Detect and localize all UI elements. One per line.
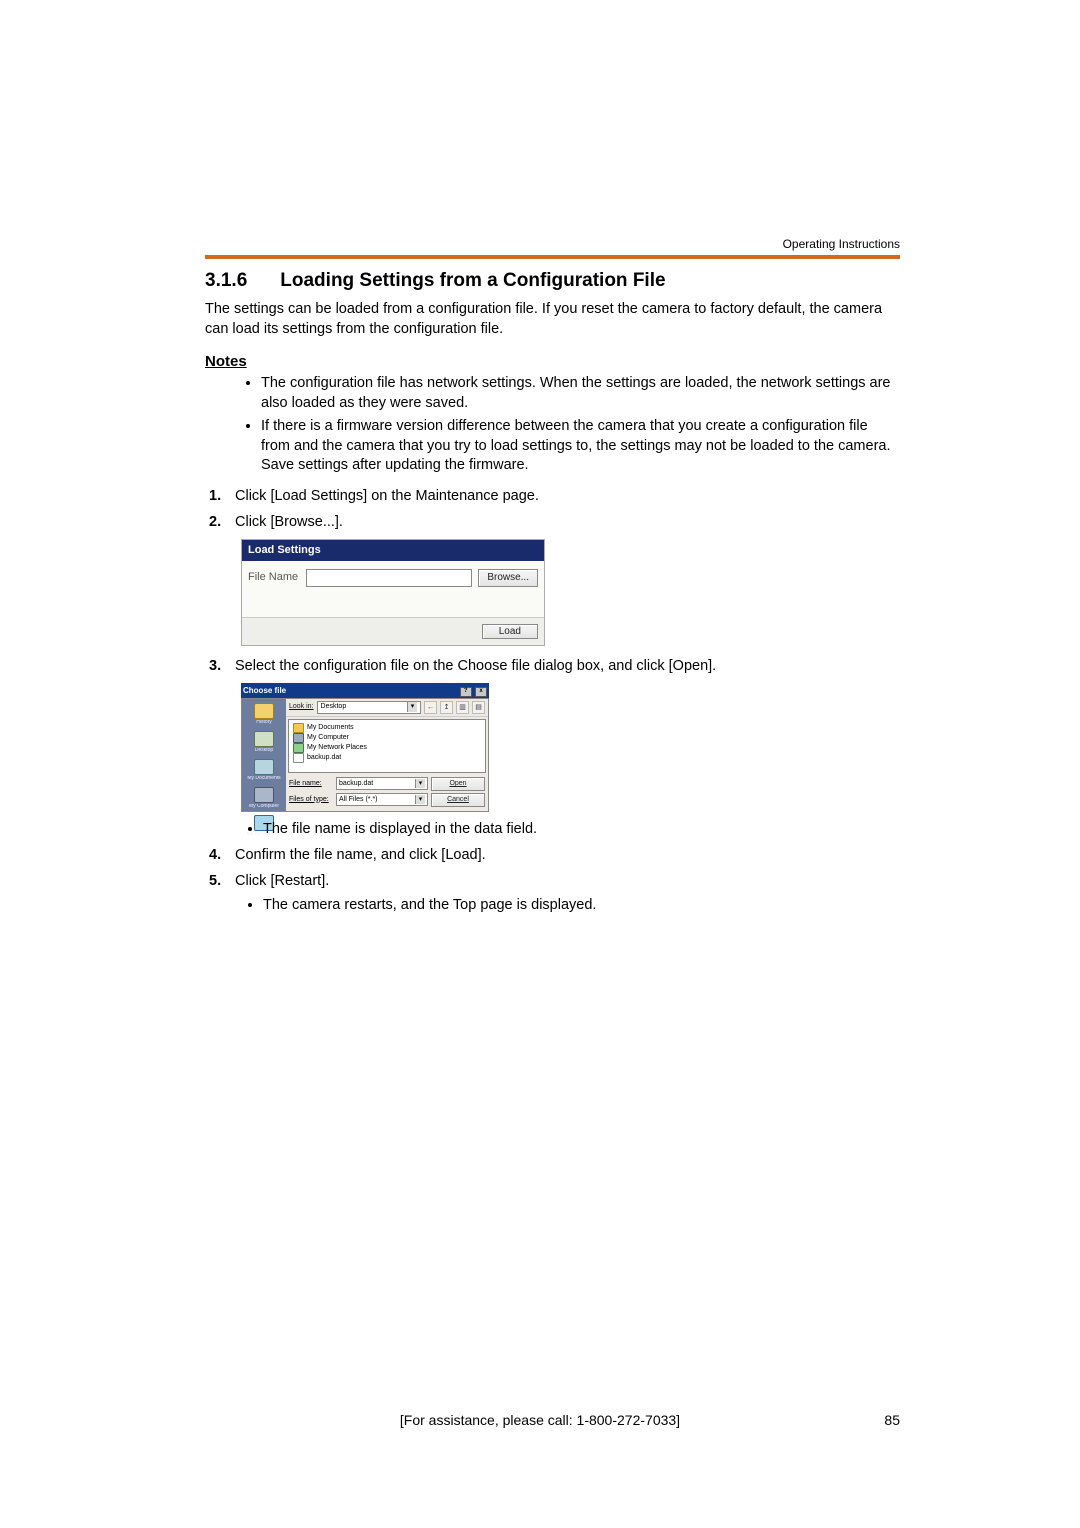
filename-label: File name:: [289, 779, 333, 789]
chevron-down-icon[interactable]: ▾: [415, 779, 425, 788]
step-3-sub: The file name is displayed in the data f…: [235, 820, 900, 840]
file-list[interactable]: My Documents My Computer My Network Plac…: [288, 719, 486, 773]
dialog-title: Choose file: [243, 685, 286, 696]
filetype-value: All Files (*.*): [339, 795, 378, 805]
folder-icon: [254, 759, 274, 775]
cancel-button[interactable]: Cancel: [431, 793, 485, 807]
notes-list: The configuration file has network setti…: [205, 374, 900, 476]
step-text: Click [Restart].: [235, 873, 329, 889]
list-item[interactable]: My Documents: [293, 723, 481, 733]
folder-icon: [293, 723, 304, 733]
section-number: 3.1.6: [205, 270, 275, 292]
lookin-value: Desktop: [321, 702, 347, 712]
running-header: Operating Instructions: [783, 237, 900, 251]
load-settings-panel: Load Settings File Name Browse... Load: [241, 539, 545, 647]
step-1: Click [Load Settings] on the Maintenance…: [229, 486, 900, 506]
place-label: My Documents: [245, 776, 283, 781]
computer-icon: [293, 733, 304, 743]
document-page: Operating Instructions 3.1.6 Loading Set…: [0, 0, 1080, 1528]
list-item[interactable]: My Computer: [293, 733, 481, 743]
new-folder-icon[interactable]: ▥: [456, 701, 469, 714]
intro-paragraph: The settings can be loaded from a config…: [205, 300, 900, 339]
file-name-label: File Name: [248, 570, 306, 585]
list-item[interactable]: My Network Places: [293, 743, 481, 753]
panel-title: Load Settings: [242, 540, 544, 561]
step-text: Click [Load Settings] on the Maintenance…: [235, 488, 539, 504]
filetype-combo[interactable]: All Files (*.*) ▾: [336, 793, 428, 806]
up-icon[interactable]: ↥: [440, 701, 453, 714]
place-my-documents[interactable]: My Documents: [245, 759, 283, 781]
open-button[interactable]: Open: [431, 777, 485, 791]
header-rule: [205, 255, 900, 259]
section-title: Loading Settings from a Configuration Fi…: [280, 270, 665, 291]
item-label: backup.dat: [307, 753, 341, 762]
dialog-main: Look in: Desktop ▾ ← ↥ ▥ ▤ My Documents: [286, 699, 488, 811]
lookin-label: Look in:: [289, 702, 314, 712]
dialog-toolbar: Look in: Desktop ▾ ← ↥ ▥ ▤: [286, 699, 488, 717]
close-icon[interactable]: x: [475, 687, 487, 697]
lookin-combo[interactable]: Desktop ▾: [317, 701, 421, 714]
place-label: My Computer: [245, 804, 283, 809]
place-desktop[interactable]: Desktop: [245, 731, 283, 753]
places-bar: History Desktop My Documents My Com: [242, 699, 286, 811]
note-item: The configuration file has network setti…: [261, 374, 900, 413]
sub-item: The camera restarts, and the Top page is…: [263, 896, 900, 916]
filename-value: backup.dat: [339, 779, 373, 789]
section-heading: 3.1.6 Loading Settings from a Configurat…: [205, 270, 900, 292]
step-3: Select the configuration file on the Cho…: [229, 656, 900, 839]
file-name-input[interactable]: [306, 569, 472, 587]
chevron-down-icon[interactable]: ▾: [415, 795, 425, 804]
computer-icon: [254, 787, 274, 803]
place-label: Desktop: [245, 748, 283, 753]
place-label: History: [245, 720, 283, 725]
dialog-bottom: File name: backup.dat ▾ Open Files of ty…: [286, 775, 488, 811]
dialog-titlebar: Choose file ? x: [241, 683, 489, 698]
steps-list: Click [Load Settings] on the Maintenance…: [205, 486, 900, 915]
chevron-down-icon[interactable]: ▾: [407, 702, 417, 712]
step-5-sub: The camera restarts, and the Top page is…: [235, 896, 900, 916]
item-label: My Computer: [307, 733, 349, 742]
page-number: 85: [884, 1412, 900, 1428]
file-row: File Name Browse...: [242, 561, 544, 617]
network-icon: [293, 743, 304, 753]
filename-input[interactable]: backup.dat ▾: [336, 777, 428, 790]
window-buttons: ? x: [459, 684, 487, 697]
filetype-label: Files of type:: [289, 795, 333, 805]
load-button[interactable]: Load: [482, 624, 538, 639]
back-icon[interactable]: ←: [424, 701, 437, 714]
sub-item: The file name is displayed in the data f…: [263, 820, 900, 840]
notes-heading: Notes: [205, 353, 900, 370]
choose-file-dialog: Choose file ? x History Desk: [241, 683, 489, 812]
history-icon: [254, 703, 274, 719]
place-my-computer[interactable]: My Computer: [245, 787, 283, 809]
views-icon[interactable]: ▤: [472, 701, 485, 714]
step-text: Click [Browse...].: [235, 514, 343, 530]
browse-button[interactable]: Browse...: [478, 569, 538, 587]
item-label: My Network Places: [307, 743, 367, 752]
help-icon[interactable]: ?: [460, 687, 472, 697]
place-history[interactable]: History: [245, 703, 283, 725]
desktop-icon: [254, 731, 274, 747]
step-text: Select the configuration file on the Cho…: [235, 658, 716, 674]
item-label: My Documents: [307, 723, 354, 732]
footer-assistance: [For assistance, please call: 1-800-272-…: [0, 1412, 1080, 1428]
step-text: Confirm the file name, and click [Load].: [235, 847, 486, 863]
file-icon: [293, 753, 304, 763]
list-item[interactable]: backup.dat: [293, 753, 481, 763]
dialog-body: History Desktop My Documents My Com: [241, 698, 489, 812]
step-5: Click [Restart]. The camera restarts, an…: [229, 871, 900, 915]
step-2: Click [Browse...]. Load Settings File Na…: [229, 512, 900, 646]
step-4: Confirm the file name, and click [Load].: [229, 845, 900, 865]
panel-footer: Load: [242, 617, 544, 645]
note-item: If there is a firmware version differenc…: [261, 417, 900, 476]
